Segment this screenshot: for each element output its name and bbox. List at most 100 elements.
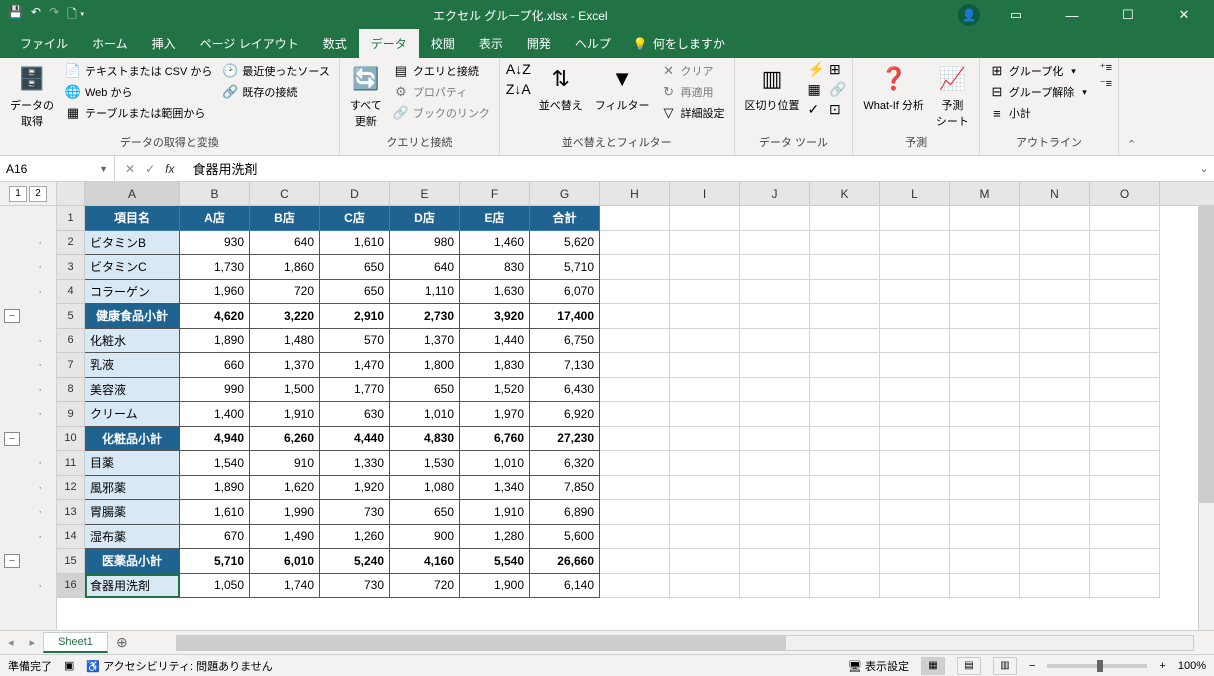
menu-表示[interactable]: 表示 — [467, 29, 515, 58]
cell[interactable] — [1020, 304, 1090, 329]
cell[interactable]: 1,970 — [460, 402, 530, 427]
cell[interactable]: 湿布薬 — [85, 525, 180, 550]
spreadsheet-grid[interactable]: ABCDEFGHIJKLMNO 12345678910111213141516 … — [57, 182, 1214, 630]
cell[interactable] — [810, 402, 880, 427]
cell[interactable] — [950, 476, 1020, 501]
minimize-icon[interactable]: — — [1052, 8, 1092, 23]
cell[interactable] — [600, 574, 670, 599]
cell[interactable] — [950, 500, 1020, 525]
redo-icon[interactable]: ↷ — [49, 5, 59, 26]
cell[interactable]: 650 — [320, 255, 390, 280]
cell[interactable]: 17,400 — [530, 304, 600, 329]
cell[interactable]: 項目名 — [85, 206, 180, 231]
cell[interactable] — [740, 280, 810, 305]
get-data-button[interactable]: 🗄️ データの 取得 — [6, 61, 58, 131]
menu-ホーム[interactable]: ホーム — [80, 29, 140, 58]
cell[interactable] — [880, 206, 950, 231]
cell[interactable] — [740, 378, 810, 403]
col-header-I[interactable]: I — [670, 182, 740, 205]
cell[interactable] — [740, 476, 810, 501]
cell[interactable] — [740, 525, 810, 550]
menu-データ[interactable]: データ — [359, 29, 419, 58]
menu-数式[interactable]: 数式 — [311, 29, 359, 58]
cell[interactable]: 1,890 — [180, 476, 250, 501]
cell[interactable] — [880, 574, 950, 599]
cell[interactable] — [670, 402, 740, 427]
cell[interactable]: 6,260 — [250, 427, 320, 452]
cell[interactable] — [810, 255, 880, 280]
advanced-filter-button[interactable]: ▽詳細設定 — [658, 103, 728, 123]
row-header-5[interactable]: 5 — [57, 304, 85, 329]
cell[interactable] — [600, 451, 670, 476]
cell[interactable]: 1,910 — [250, 402, 320, 427]
cell[interactable] — [740, 549, 810, 574]
cell[interactable] — [950, 329, 1020, 354]
cell[interactable] — [740, 451, 810, 476]
maximize-icon[interactable]: ☐ — [1108, 7, 1148, 23]
show-detail-icon[interactable]: ⁺≡ — [1100, 61, 1112, 74]
cell[interactable]: D店 — [390, 206, 460, 231]
from-web-button[interactable]: 🌐Web から — [62, 82, 215, 102]
cell[interactable]: 食器用洗剤 — [85, 574, 180, 599]
cell[interactable] — [670, 255, 740, 280]
cell[interactable]: 医薬品小計 — [85, 549, 180, 574]
cell[interactable] — [1090, 500, 1160, 525]
cell[interactable]: 1,770 — [320, 378, 390, 403]
cell[interactable] — [670, 231, 740, 256]
cell[interactable]: 6,070 — [530, 280, 600, 305]
row-header-14[interactable]: 14 — [57, 525, 85, 550]
col-header-F[interactable]: F — [460, 182, 530, 205]
cell[interactable]: 630 — [320, 402, 390, 427]
cell[interactable] — [740, 353, 810, 378]
cell[interactable]: 720 — [250, 280, 320, 305]
outline-collapse-button[interactable]: − — [4, 432, 20, 446]
cell[interactable]: 1,900 — [460, 574, 530, 599]
cell[interactable] — [810, 500, 880, 525]
row-header-3[interactable]: 3 — [57, 255, 85, 280]
col-header-J[interactable]: J — [740, 182, 810, 205]
flash-fill-icon[interactable]: ⚡ — [808, 61, 825, 78]
cell[interactable]: 26,660 — [530, 549, 600, 574]
col-header-D[interactable]: D — [320, 182, 390, 205]
cell[interactable]: 6,140 — [530, 574, 600, 599]
cell[interactable] — [880, 427, 950, 452]
cell[interactable]: 6,920 — [530, 402, 600, 427]
add-sheet-button[interactable]: ⊕ — [108, 634, 136, 651]
col-header-O[interactable]: O — [1090, 182, 1160, 205]
cell[interactable]: 3,220 — [250, 304, 320, 329]
cell[interactable] — [880, 451, 950, 476]
col-header-E[interactable]: E — [390, 182, 460, 205]
user-avatar[interactable]: 👤 — [958, 4, 980, 26]
cell[interactable] — [670, 280, 740, 305]
col-header-C[interactable]: C — [250, 182, 320, 205]
cell[interactable]: 5,710 — [180, 549, 250, 574]
save-icon[interactable]: 💾 — [8, 5, 23, 26]
cell[interactable] — [810, 280, 880, 305]
filter-button[interactable]: ▼ フィルター — [591, 61, 654, 115]
cell[interactable] — [670, 378, 740, 403]
cell[interactable]: 27,230 — [530, 427, 600, 452]
refresh-all-button[interactable]: 🔄 すべて 更新 — [346, 61, 386, 131]
cell[interactable] — [600, 329, 670, 354]
row-header-9[interactable]: 9 — [57, 402, 85, 427]
zoom-in-button[interactable]: + — [1159, 660, 1165, 672]
menu-開発[interactable]: 開発 — [515, 29, 563, 58]
cell[interactable] — [950, 525, 1020, 550]
cell[interactable]: 3,920 — [460, 304, 530, 329]
cell[interactable] — [740, 231, 810, 256]
cell[interactable] — [1090, 476, 1160, 501]
cell[interactable]: 1,050 — [180, 574, 250, 599]
cell[interactable]: 730 — [320, 500, 390, 525]
cell[interactable] — [670, 500, 740, 525]
tab-nav-prev-icon[interactable]: ◂ — [0, 636, 22, 649]
cell[interactable]: 1,530 — [390, 451, 460, 476]
row-header-10[interactable]: 10 — [57, 427, 85, 452]
cell[interactable]: 6,430 — [530, 378, 600, 403]
cell[interactable] — [880, 304, 950, 329]
group-button[interactable]: ⊞グループ化▾ — [986, 61, 1090, 81]
cell[interactable] — [600, 525, 670, 550]
sort-button[interactable]: ⇅ 並べ替え — [535, 61, 587, 115]
cell[interactable]: 1,500 — [250, 378, 320, 403]
ribbon-display-icon[interactable]: ▭ — [996, 7, 1036, 23]
cell[interactable] — [880, 255, 950, 280]
